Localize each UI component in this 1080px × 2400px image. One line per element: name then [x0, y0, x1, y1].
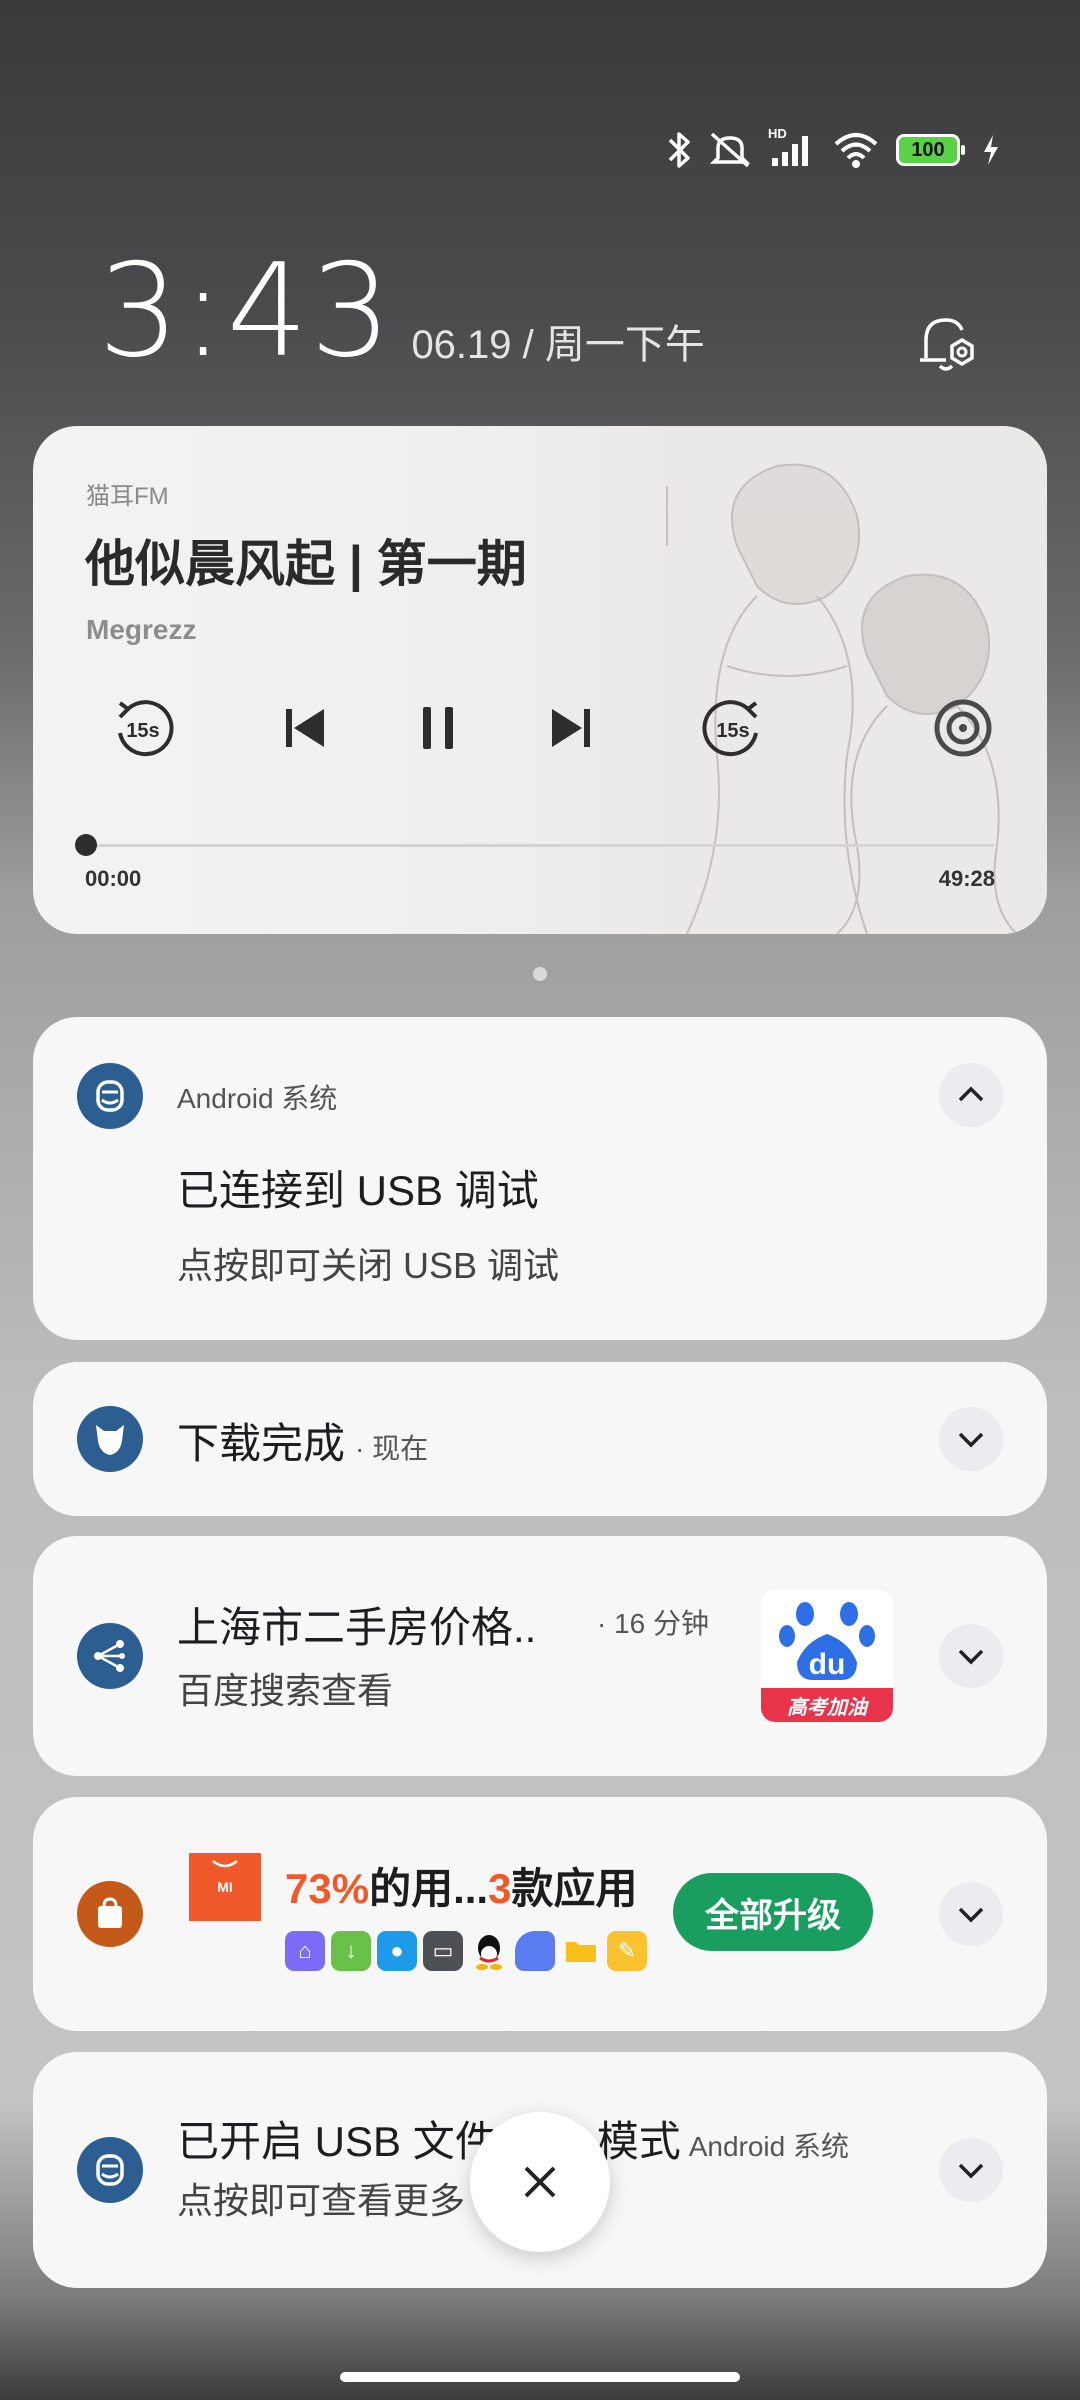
hd-label: HD: [768, 126, 787, 141]
notification-app-updates[interactable]: MI 73%的用...3款应用 ⌂ ↓ ● ▭ ✎ 全部升级: [33, 1797, 1047, 2031]
date: 06.19 / 周一下午: [411, 323, 705, 367]
chevron-down-icon: [958, 1649, 984, 1665]
next-button[interactable]: [531, 688, 611, 768]
expand-button[interactable]: [939, 1624, 1003, 1688]
notification-title-row: 下载完成 · 现在: [177, 1410, 428, 1471]
rewind-label: 15s: [126, 720, 159, 742]
download-app-icon: ↓: [331, 1931, 371, 1971]
notification-title: 73%的用...3款应用: [285, 1855, 637, 1916]
clear-all-button[interactable]: [470, 2112, 610, 2252]
skip-previous-icon: [286, 709, 324, 747]
rewind-15s-icon: 15s: [118, 700, 174, 757]
notification-title: 下载完成: [177, 1420, 346, 1467]
hd-signal-icon: HD: [768, 126, 816, 170]
media-time-current: 00:00: [85, 866, 142, 891]
bluetooth-icon: [666, 130, 692, 170]
notification-text: 百度搜索查看: [177, 1670, 394, 1711]
title-percent: 73%: [285, 1865, 370, 1912]
baidu-logo-text: du: [809, 1648, 846, 1681]
notification-time: · 16 分钟: [597, 1608, 710, 1639]
expand-button[interactable]: [939, 2138, 1003, 2202]
page-indicator-dot: [533, 967, 547, 981]
baidu-thumbnail: du 高考加油: [761, 1590, 893, 1722]
folder-app-icon: [561, 1931, 601, 1971]
pause-icon: [423, 707, 453, 749]
lockscreen-clock-row: 3:43 06.19 / 周一下午: [98, 248, 705, 376]
notification-text: 点按即可关闭 USB 调试: [177, 1245, 560, 1286]
baidu-paw-icon: du: [779, 1602, 875, 1681]
media-app-name: 猫耳FM: [86, 483, 169, 510]
notification-title: 已开启 USB 文件: [177, 2118, 497, 2165]
mi-store-promo-icon: MI: [189, 1853, 261, 1921]
media-progress-knob[interactable]: [75, 834, 97, 856]
notification-title: 上海市二手房价格..: [177, 1604, 537, 1651]
media-time-total: 49:28: [938, 866, 995, 891]
bell-gear-icon: [920, 318, 974, 371]
collapse-button[interactable]: [939, 1063, 1003, 1127]
expand-button[interactable]: [939, 1882, 1003, 1946]
wifi-icon: [832, 130, 880, 170]
media-controls: 15s 15s: [93, 688, 993, 768]
baidu-banner: 高考加油: [761, 1688, 893, 1722]
charging-icon: [982, 130, 1000, 170]
status-bar: HD 100: [666, 126, 1000, 170]
app-store-bag-icon: [77, 1881, 143, 1947]
battery-icon: 100: [896, 134, 965, 166]
media-player-card[interactable]: 猫耳FM 他似晨风起 | 第一期 Megrezz 15s 15s 00:00 4…: [33, 426, 1047, 934]
title-count: 3: [488, 1865, 512, 1912]
clock: 3:43: [98, 237, 394, 386]
title-mid: 的用...: [369, 1865, 489, 1912]
forward-15s-button[interactable]: 15s: [693, 688, 773, 768]
qq-app-icon: [469, 1931, 509, 1971]
notification-settings-button[interactable]: [912, 308, 984, 380]
share-nodes-icon: [77, 1623, 143, 1689]
notification-app-name: Android 系统: [177, 1083, 338, 1114]
pause-button[interactable]: [398, 688, 478, 768]
previous-button[interactable]: [265, 688, 345, 768]
audio-output-icon: [934, 699, 992, 757]
notification-title-tail: 模式: [596, 2118, 681, 2165]
notification-text: 点按即可查看更多: [177, 2180, 466, 2221]
notification-download[interactable]: 下载完成 · 现在: [33, 1362, 1047, 1516]
download-cat-icon: [77, 1406, 143, 1472]
close-icon: [524, 2166, 556, 2198]
rewind-15s-button[interactable]: 15s: [103, 688, 183, 768]
home-gesture-bar[interactable]: [340, 2372, 740, 2382]
chevron-up-icon: [958, 1086, 984, 1102]
media-progress-bar[interactable]: [85, 844, 995, 847]
chevron-down-icon: [958, 2163, 984, 2179]
home-app-icon: ⌂: [285, 1931, 325, 1971]
battery-level: 100: [911, 138, 945, 161]
message-app-icon: ●: [377, 1931, 417, 1971]
browser-app-icon: [515, 1931, 555, 1971]
notification-title: 已连接到 USB 调试: [177, 1167, 539, 1214]
skip-next-icon: [552, 709, 590, 747]
mute-icon: [708, 130, 752, 170]
forward-label: 15s: [716, 720, 749, 742]
cast-output-button[interactable]: [923, 688, 1003, 768]
expand-button[interactable]: [939, 1407, 1003, 1471]
media-artist: Megrezz: [86, 614, 197, 645]
upgrade-all-button[interactable]: 全部升级: [673, 1873, 873, 1951]
android-system-icon: [77, 1063, 143, 1129]
notification-app-name: Android 系统: [688, 2131, 850, 2162]
mi-promo-logo: MI: [217, 1879, 233, 1895]
chevron-down-icon: [958, 1907, 984, 1923]
media-title: 他似晨风起 | 第一期: [85, 536, 527, 592]
chevron-down-icon: [958, 1432, 984, 1448]
notification-baidu[interactable]: 上海市二手房价格.. · 16 分钟 百度搜索查看 du 高考加油: [33, 1536, 1047, 1776]
notification-usb-debugging[interactable]: Android 系统 已连接到 USB 调试 点按即可关闭 USB 调试: [33, 1017, 1047, 1340]
notes-app-icon: ✎: [607, 1931, 647, 1971]
files-app-icon: ▭: [423, 1931, 463, 1971]
forward-15s-icon: 15s: [702, 700, 758, 757]
notification-time: · 现在: [355, 1433, 429, 1464]
android-system-icon: [77, 2137, 143, 2203]
app-icons-row: ⌂ ↓ ● ▭ ✎: [285, 1931, 647, 1971]
album-art: [487, 426, 1047, 934]
title-end: 款应用: [511, 1865, 638, 1912]
